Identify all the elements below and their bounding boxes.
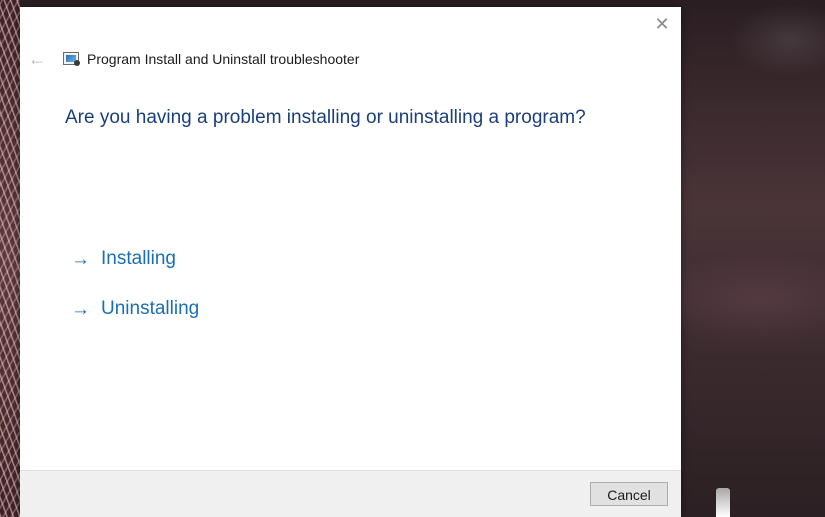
- option-installing-label: Installing: [101, 248, 176, 269]
- option-installing[interactable]: → Installing: [65, 242, 655, 276]
- troubleshooter-app-icon: [63, 52, 80, 66]
- window-title: Program Install and Uninstall troublesho…: [87, 51, 360, 67]
- desktop-wallpaper-light: [716, 488, 730, 517]
- arrow-right-icon: →: [71, 248, 90, 270]
- option-uninstalling[interactable]: → Uninstalling: [65, 292, 655, 326]
- option-uninstalling-label: Uninstalling: [101, 298, 200, 319]
- cancel-button[interactable]: Cancel: [590, 482, 668, 506]
- troubleshooter-window: ✕ ← Program Install and Uninstall troubl…: [20, 7, 681, 517]
- dialog-footer: Cancel: [20, 470, 681, 517]
- back-arrow-icon[interactable]: ←: [28, 50, 48, 68]
- close-icon[interactable]: ✕: [653, 15, 671, 33]
- arrow-right-icon: →: [71, 298, 90, 320]
- page-question: Are you having a problem installing or u…: [65, 107, 586, 128]
- desktop-wallpaper-left: [0, 0, 20, 517]
